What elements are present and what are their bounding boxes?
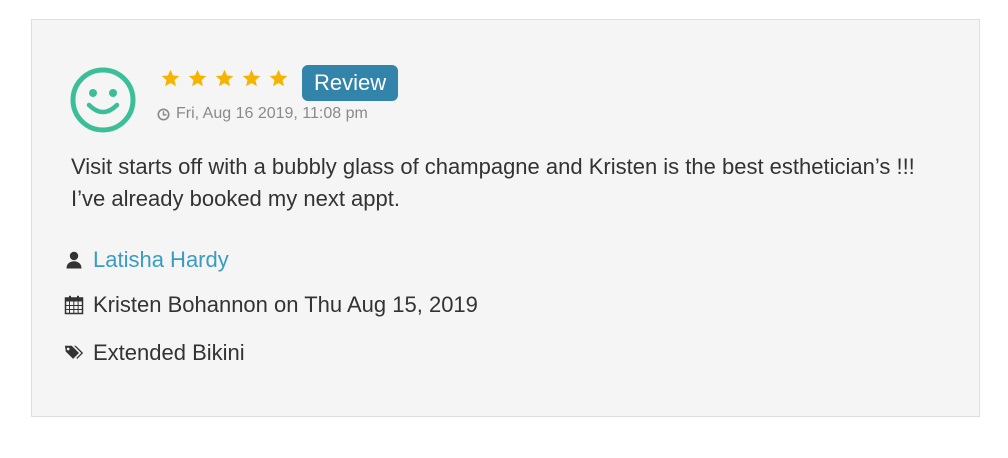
author-link[interactable]: Latisha Hardy [93,247,229,273]
service-name: Extended Bikini [93,340,245,365]
review-timestamp: Fri, Aug 16 2019, 11:08 pm [176,105,368,122]
star-icon [242,69,261,87]
clock-icon [157,107,170,121]
service-row: Extended Bikini [64,340,245,366]
star-icon [215,69,234,87]
tags-icon [64,345,84,359]
review-card: Review Fri, Aug 16 2019, 11:08 pm Visit … [31,19,980,417]
appointment-row: Kristen Bohannon on Thu Aug 15, 2019 [64,292,478,318]
star-icon [269,69,288,87]
star-icon [188,69,207,87]
appointment-info: Kristen Bohannon on Thu Aug 15, 2019 [93,292,478,317]
star-rating [160,68,289,89]
review-badge: Review [302,65,399,101]
user-icon [66,251,82,269]
smiley-face-icon [70,67,136,133]
star-icon [161,69,180,87]
review-body: Visit starts off with a bubbly glass of … [71,154,915,211]
review-timestamp-row: Fri, Aug 16 2019, 11:08 pm [157,105,368,123]
author-row: Latisha Hardy [64,247,229,273]
calendar-icon [64,295,84,315]
